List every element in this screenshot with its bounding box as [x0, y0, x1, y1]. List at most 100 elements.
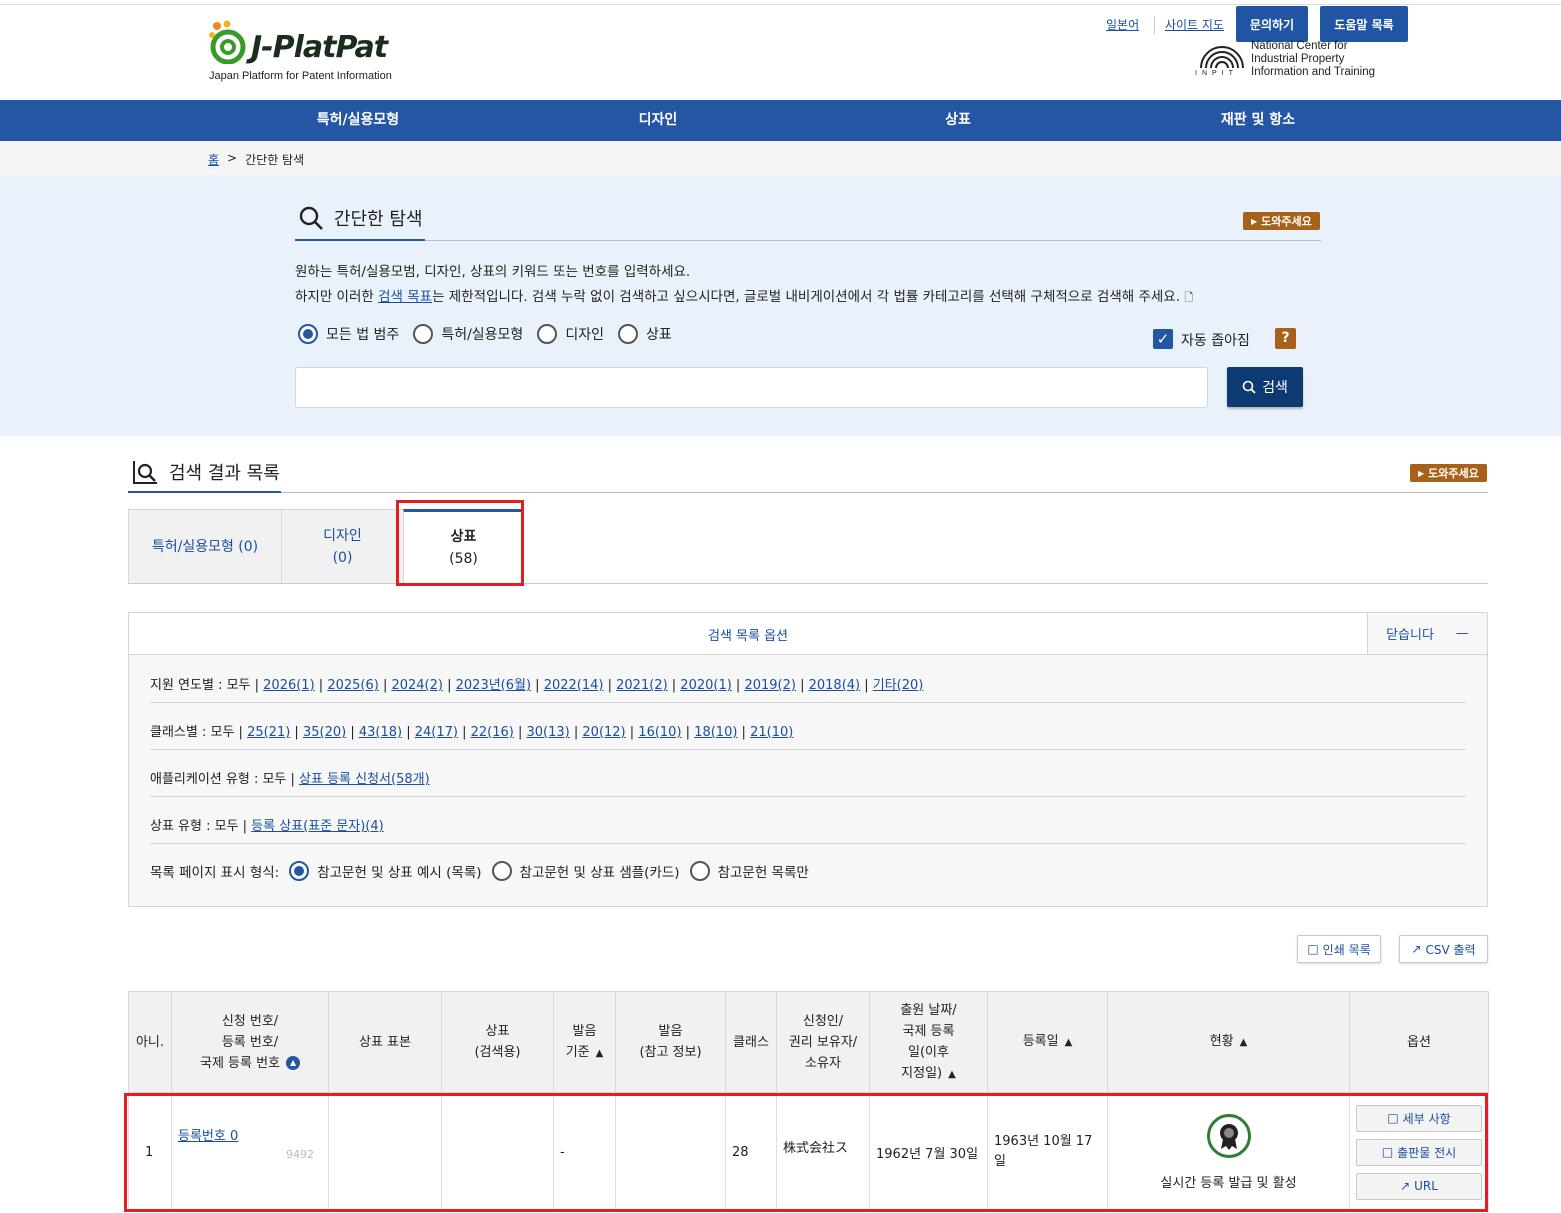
- sitemap-link[interactable]: 사이트 지도: [1165, 18, 1224, 32]
- inpit-name: National Center for Industrial Property …: [1251, 40, 1376, 78]
- jplatpat-logo[interactable]: J-PlatPat Japan Platform for Patent Info…: [207, 18, 407, 88]
- sort-icon[interactable]: ▲: [596, 1048, 604, 1059]
- site-header: J-PlatPat Japan Platform for Patent Info…: [0, 0, 1561, 100]
- results-title-rule-accent: [128, 491, 281, 493]
- breadcrumb: 홈 > 간단한 탐색: [0, 141, 1561, 175]
- nav-patent[interactable]: 특허/실용모형: [208, 100, 508, 141]
- results-title-rule: [128, 492, 1488, 493]
- col-reg-date[interactable]: 등록일 ▲: [987, 991, 1108, 1093]
- filter-link[interactable]: 등록 상표(표준 문자)(4): [251, 819, 384, 834]
- filter-link[interactable]: 2023년(6월): [456, 678, 531, 693]
- col-app-no[interactable]: 신청 번호/ 등록 번호/ 국제 등록 번호 ▲: [171, 991, 329, 1093]
- tab-highlight-box: [396, 500, 524, 586]
- breadcrumb-chevron-icon: >: [227, 151, 238, 165]
- col-class: 클래스: [725, 991, 777, 1093]
- radio-trademark[interactable]: [617, 324, 638, 344]
- tabs-baseline: [128, 583, 1488, 584]
- radio-patent[interactable]: [413, 324, 434, 344]
- col-status[interactable]: 현황 ▲: [1107, 991, 1350, 1093]
- sort-icon[interactable]: ▲: [1240, 1037, 1248, 1048]
- document-icon: □: [1307, 942, 1319, 956]
- results-title: 검색 결과 목록: [131, 459, 280, 485]
- search-button[interactable]: 검색: [1227, 367, 1303, 407]
- breadcrumb-home[interactable]: 홈: [208, 151, 219, 168]
- help-list-button[interactable]: 도움말 목록: [1320, 6, 1408, 42]
- filter-app-type: 애플리케이션 유형 : 모두 | 상표 등록 신청서(58개): [150, 772, 430, 787]
- search-icon: [299, 206, 323, 230]
- search-target-link[interactable]: 검색 목표: [378, 289, 432, 305]
- play-icon: ▶: [1418, 468, 1425, 478]
- table-header-row: 아니. 신청 번호/ 등록 번호/ 국제 등록 번호 ▲ 상표 표본 상표 (검색…: [128, 991, 1489, 1093]
- sort-icon[interactable]: ▲: [948, 1069, 956, 1080]
- filter-link[interactable]: 25(21): [247, 725, 290, 740]
- filter-link[interactable]: 22(16): [471, 725, 514, 740]
- filter-link[interactable]: 기타(20): [873, 678, 924, 693]
- radio-design[interactable]: [537, 324, 558, 344]
- contact-button[interactable]: 문의하기: [1236, 6, 1308, 42]
- options-header: 검색 목록 옵션 닫습니다 —: [129, 613, 1487, 655]
- auto-zoom-help-icon[interactable]: ?: [1275, 328, 1296, 349]
- filter-link[interactable]: 43(18): [359, 725, 402, 740]
- inpit-logo[interactable]: INPIT National Center for Industrial Pro…: [1195, 40, 1415, 80]
- radio-format-list[interactable]: [289, 861, 310, 881]
- search-icon: [1242, 380, 1256, 394]
- filter-link[interactable]: 30(13): [527, 725, 570, 740]
- filter-link[interactable]: 상표 등록 신청서(58개): [299, 772, 430, 787]
- search-list-options: 검색 목록 옵션 닫습니다 — 지원 연도별 : 모두 | 2026(1) | …: [128, 612, 1488, 907]
- filter-link[interactable]: 2019(2): [744, 678, 796, 693]
- search-desc-1: 원하는 특허/실용모범, 디자인, 상표의 키워드 또는 번호를 입력하세요.: [295, 264, 691, 280]
- filter-link[interactable]: 18(10): [694, 725, 737, 740]
- title-rule-accent: [295, 239, 425, 241]
- top-link-separator: [1154, 16, 1155, 34]
- filter-link[interactable]: 21(10): [750, 725, 793, 740]
- col-pron-basis[interactable]: 발음 기준 ▲: [553, 991, 616, 1093]
- print-list-button[interactable]: □ 인쇄 목록: [1297, 935, 1381, 963]
- results-help-button[interactable]: ▶ 도와주세요: [1410, 464, 1487, 482]
- tab-patent[interactable]: 특허/실용모형 (0): [128, 509, 282, 583]
- radio-format-biblio[interactable]: [689, 861, 710, 881]
- law-category-radios: 모든 법 범주 특허/실용모형 디자인 상표: [298, 324, 686, 344]
- logo-mark-icon: [209, 20, 246, 64]
- display-format-radios: 목록 페이지 표시 형식: 참고문헌 및 상표 예시 (목록) 참고문헌 및 상…: [150, 861, 819, 881]
- tab-design[interactable]: 디자인 (0): [281, 509, 404, 583]
- filter-link[interactable]: 2021(2): [616, 678, 668, 693]
- filter-link[interactable]: 2022(14): [544, 678, 604, 693]
- search-input[interactable]: [295, 367, 1208, 408]
- help-button[interactable]: ▶ 도와주세요: [1243, 212, 1320, 230]
- options-divider: [150, 843, 1466, 844]
- options-close-button[interactable]: 닫습니다 —: [1367, 613, 1487, 654]
- filter-link[interactable]: 2020(1): [680, 678, 732, 693]
- filter-link[interactable]: 2026(1): [263, 678, 315, 693]
- external-link-icon: ↗: [1411, 942, 1422, 956]
- col-applicant: 신청인/ 권리 보유자/ 소유자: [776, 991, 870, 1093]
- radio-format-card[interactable]: [491, 861, 512, 881]
- filter-link[interactable]: 2024(2): [391, 678, 443, 693]
- col-filing-date[interactable]: 출원 날짜/ 국제 등록 일(이후 지정일) ▲: [869, 991, 988, 1093]
- nav-design[interactable]: 디자인: [508, 100, 808, 141]
- results-search-icon: [133, 461, 157, 484]
- radio-all[interactable]: [298, 324, 318, 344]
- filter-link[interactable]: 24(17): [415, 725, 458, 740]
- filter-link[interactable]: 2025(6): [327, 678, 379, 693]
- col-no: 아니.: [128, 991, 172, 1093]
- logo-subtitle: Japan Platform for Patent Information: [209, 70, 392, 82]
- csv-export-button[interactable]: ↗ CSV 출력: [1399, 935, 1488, 963]
- external-doc-icon: 🗋: [1184, 291, 1194, 304]
- col-search-mark: 상표 (검색용): [441, 991, 554, 1093]
- simple-search-title: 간단한 탐색: [298, 205, 423, 231]
- filter-link[interactable]: 16(10): [638, 725, 681, 740]
- filter-year: 지원 연도별 : 모두 | 2026(1) | 2025(6) | 2024(2…: [150, 678, 924, 693]
- filter-link[interactable]: 20(12): [582, 725, 625, 740]
- sort-icon[interactable]: ▲: [1065, 1037, 1073, 1048]
- japanese-link[interactable]: 일본어: [1106, 18, 1139, 32]
- auto-zoom-label: 자동 좁아짐: [1181, 333, 1250, 349]
- filter-link[interactable]: 35(20): [303, 725, 346, 740]
- sort-asc-icon[interactable]: ▲: [286, 1056, 301, 1070]
- simple-search-section: 간단한 탐색 ▶ 도와주세요 원하는 특허/실용모범, 디자인, 상표의 키워드…: [0, 175, 1561, 436]
- top-links: 일본어 사이트 지도: [1106, 16, 1234, 34]
- nav-trial[interactable]: 재판 및 항소: [1108, 100, 1408, 141]
- nav-trademark[interactable]: 상표: [808, 100, 1108, 141]
- title-rule: [295, 240, 1321, 241]
- auto-zoom-checkbox[interactable]: ✓: [1153, 329, 1173, 349]
- filter-link[interactable]: 2018(4): [809, 678, 861, 693]
